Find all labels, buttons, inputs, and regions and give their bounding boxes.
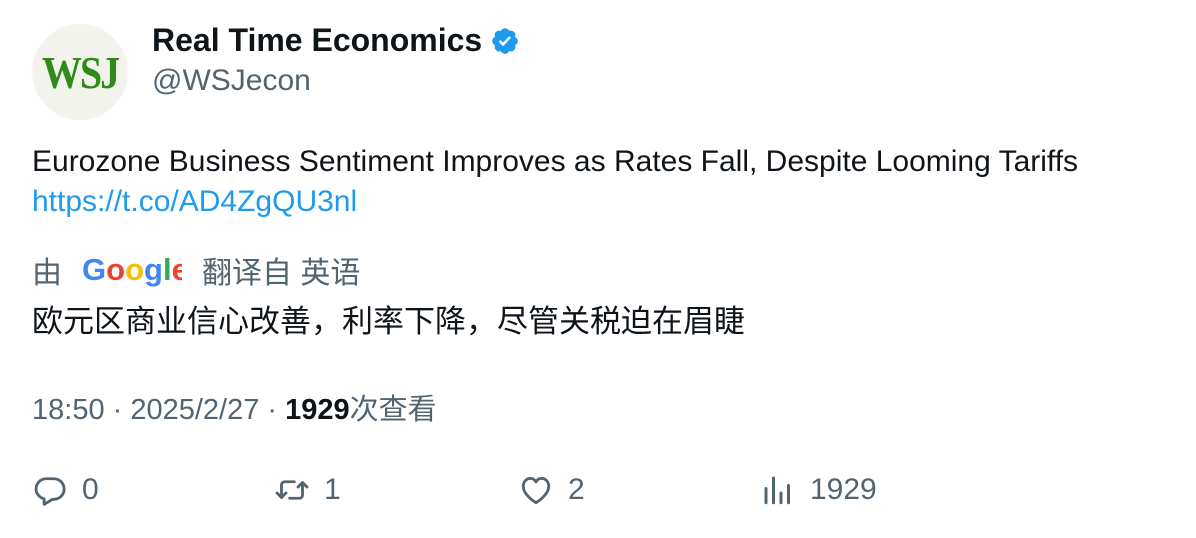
tweet-time[interactable]: 18:50 — [32, 394, 105, 426]
repost-icon — [275, 480, 309, 500]
views-button[interactable]: 1929 — [760, 472, 877, 508]
avatar-logo-text: WSJ — [41, 46, 120, 98]
avatar[interactable]: WSJ — [32, 24, 128, 120]
repost-button[interactable]: 1 — [274, 472, 518, 508]
reply-icon — [34, 477, 66, 506]
view-count-label: 次查看 — [349, 394, 437, 426]
tweet-meta: 18:50 · 2025/2/27 · 1929次查看 — [32, 394, 437, 426]
tweet-body: Eurozone Business Sentiment Improves as … — [32, 142, 1182, 222]
analytics-icon — [764, 476, 790, 505]
reply-count: 0 — [82, 473, 99, 506]
tweet-link[interactable]: https://t.co/AD4ZgQU3nl — [32, 182, 1182, 222]
repost-count: 1 — [324, 473, 341, 506]
reply-button[interactable]: 0 — [32, 472, 274, 508]
like-button[interactable]: 2 — [518, 472, 760, 508]
view-count: 1929 — [285, 394, 350, 426]
author-name-row: Real Time Economics — [152, 22, 520, 59]
translation-attribution: 由 Google 翻译自 英语 — [32, 248, 360, 292]
translation-prefix: 由 — [32, 257, 62, 290]
author-handle[interactable]: @WSJecon — [152, 64, 311, 98]
verified-badge-icon — [492, 27, 519, 54]
heart-icon — [521, 477, 551, 505]
tweet-text: Eurozone Business Sentiment Improves as … — [32, 145, 1079, 178]
svg-text:Google: Google — [82, 252, 182, 287]
like-count: 2 — [568, 473, 585, 506]
translated-text: 欧元区商业信心改善，利率下降，尽管关税迫在眉睫 — [32, 304, 745, 339]
display-name[interactable]: Real Time Economics — [152, 22, 482, 59]
tweet-date[interactable]: 2025/2/27 — [130, 394, 259, 426]
views-count: 1929 — [810, 473, 877, 506]
google-logo-icon: Google — [82, 252, 182, 287]
action-bar: 0 1 2 1929 — [32, 472, 877, 508]
translation-suffix[interactable]: 翻译自 英语 — [202, 248, 360, 292]
